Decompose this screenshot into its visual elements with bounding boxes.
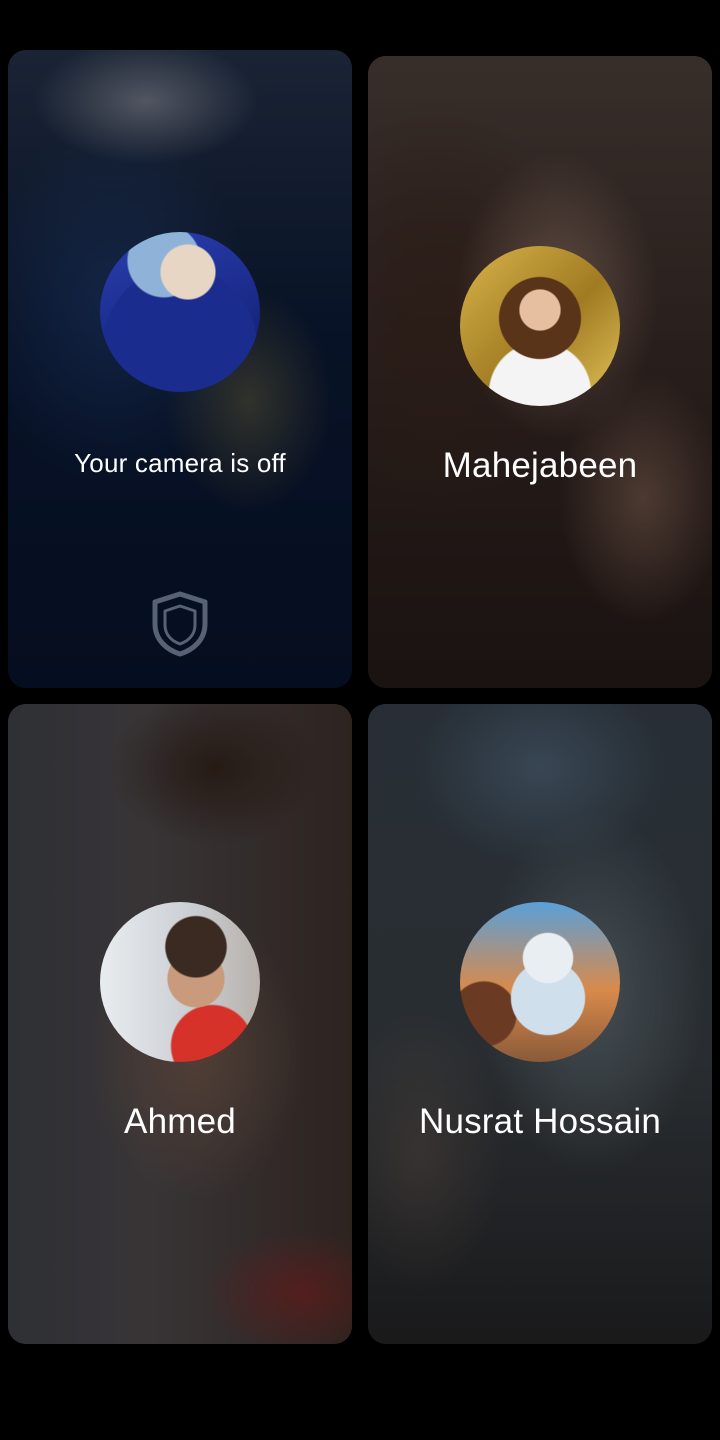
- participant-tile[interactable]: Nusrat Hossain: [368, 704, 712, 1344]
- participant-tile-self[interactable]: Your camera is off: [8, 50, 352, 688]
- self-avatar: [100, 232, 260, 392]
- participant-tile[interactable]: Mahejabeen: [368, 56, 712, 688]
- participant-name: Ahmed: [124, 1102, 236, 1141]
- participant-avatar: [460, 246, 620, 406]
- participant-tile[interactable]: Ahmed: [8, 704, 352, 1344]
- participant-avatar: [100, 902, 260, 1062]
- shield-icon: [152, 591, 208, 657]
- participant-name: Nusrat Hossain: [418, 1102, 662, 1141]
- camera-off-label: Your camera is off: [74, 448, 286, 478]
- participant-avatar: [460, 902, 620, 1062]
- participant-name: Mahejabeen: [442, 446, 638, 485]
